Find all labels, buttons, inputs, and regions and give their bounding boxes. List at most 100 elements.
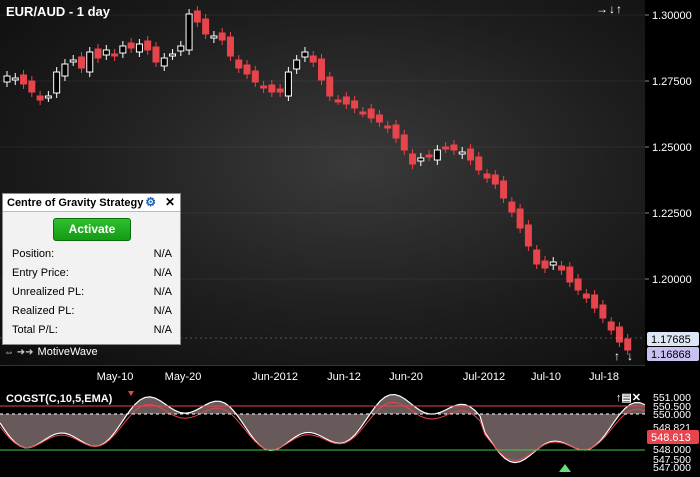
- price-tick-label: 1.22500: [652, 208, 692, 220]
- candle-body: [119, 45, 127, 54]
- strategy-title: Centre of Gravity Strategy: [7, 196, 144, 209]
- candle-body: [251, 70, 259, 83]
- arrow-down-icon: ↓: [627, 349, 633, 363]
- candle-body: [185, 13, 193, 51]
- candle-body: [442, 146, 450, 150]
- candle-body: [334, 99, 342, 103]
- candle-body: [342, 96, 350, 105]
- position-label: Position:: [12, 248, 55, 260]
- buy-signal-marker: [559, 464, 571, 472]
- price-tick-label: 1.27500: [652, 76, 692, 88]
- time-tick-label: May-20: [165, 371, 202, 383]
- candle-body: [177, 45, 185, 52]
- candle-body: [268, 84, 276, 93]
- candle-body: [36, 95, 44, 101]
- candle-body: [28, 80, 36, 93]
- indicator-pane-icons[interactable]: ↑▤✕: [616, 391, 641, 404]
- time-tick-label: Jun-12: [327, 371, 361, 383]
- candle-body: [318, 58, 325, 81]
- candle-body: [450, 144, 458, 151]
- candle-body: [160, 57, 168, 67]
- candle-body: [500, 180, 508, 199]
- candle-body: [276, 88, 284, 93]
- realized-pl-value: N/A: [153, 305, 172, 317]
- chart-window: ↑ ↓ EUR/AUD - 1 day →↓↑ ⇔ ➜➜ MotiveWave 1…: [0, 0, 700, 477]
- candle-body: [226, 36, 234, 57]
- candle-body: [326, 76, 334, 97]
- candle-body: [599, 304, 607, 319]
- time-tick-label: Jul-18: [589, 371, 619, 383]
- candle-body: [20, 74, 28, 85]
- candle-body: [293, 59, 301, 70]
- chart-title: EUR/AUD - 1 day: [6, 4, 111, 19]
- candle-body: [3, 75, 11, 83]
- candle-body: [301, 51, 309, 58]
- candle-body: [351, 100, 359, 109]
- candle-body: [367, 108, 375, 119]
- strategy-panel-header[interactable]: Centre of Gravity Strategy ⚙ ✕: [3, 194, 180, 212]
- activate-button[interactable]: Activate: [53, 218, 131, 241]
- position-row: Position: N/A: [12, 248, 172, 260]
- time-axis[interactable]: May-10 May-20 Jun-2012 Jun-12 Jun-20 Jul-2012…: [0, 365, 645, 387]
- candle-body: [384, 125, 392, 129]
- candle-body: [44, 95, 52, 99]
- close-icon[interactable]: ✕: [165, 195, 175, 209]
- candle-body: [210, 35, 218, 39]
- candle-body: [193, 10, 201, 23]
- price-axis[interactable]: 1.30000 1.27500 1.25000 1.22500 1.20000 1.176…: [645, 0, 700, 365]
- total-pl-label: Total P/L:: [12, 324, 58, 336]
- entry-price-label: Entry Price:: [12, 267, 69, 279]
- motivewave-logo: ⇔ ➜➜ MotiveWave: [4, 346, 98, 358]
- time-tick-label: Jul-2012: [463, 371, 505, 383]
- position-value: N/A: [153, 248, 172, 260]
- candle-body: [202, 18, 210, 35]
- candle-body: [375, 114, 383, 123]
- candle-body: [607, 321, 615, 331]
- candle-body: [169, 53, 177, 57]
- candle-body: [309, 55, 317, 63]
- candle-body: [11, 77, 19, 81]
- candle-body: [284, 71, 292, 97]
- candle-body: [433, 149, 441, 161]
- candle-body: [582, 293, 590, 299]
- candle-body: [425, 154, 433, 158]
- candle-body: [218, 32, 226, 41]
- candle-body: [417, 157, 425, 162]
- candle-body: [94, 48, 102, 59]
- candle-body: [475, 156, 483, 171]
- indicator-pane[interactable]: COGST(C,10,5,EMA) ↑▤✕: [0, 387, 645, 477]
- current-price-label: 1.17685: [651, 334, 691, 346]
- realized-pl-row: Realized PL: N/A: [12, 305, 172, 317]
- candle-body: [111, 53, 119, 57]
- current-price-label: 1.16868: [651, 349, 691, 361]
- price-tick-label: 1.20000: [652, 274, 692, 286]
- candle-body: [483, 173, 491, 179]
- indicator-tick-label: 550.000: [653, 409, 691, 421]
- candle-body: [392, 124, 400, 139]
- time-tick-label: May-10: [97, 371, 134, 383]
- total-pl-row: Total P/L: N/A: [12, 324, 172, 336]
- candle-body: [574, 278, 582, 291]
- time-tick-label: Jun-2012: [252, 371, 298, 383]
- candle-body: [260, 85, 268, 89]
- settings-icon[interactable]: ⚙: [145, 195, 156, 209]
- candle-body: [549, 261, 557, 266]
- candle-body: [541, 260, 549, 269]
- entry-price-value: N/A: [153, 267, 172, 279]
- realized-pl-label: Realized PL:: [12, 305, 75, 317]
- candle-body: [53, 71, 61, 94]
- candle-body: [144, 40, 152, 51]
- candle-body: [615, 326, 623, 343]
- price-tick-label: 1.30000: [652, 10, 692, 22]
- candle-body: [77, 56, 85, 69]
- logo-arrows-icon: ⇔ ➜➜: [4, 346, 34, 358]
- unrealized-pl-row: Unrealized PL: N/A: [12, 286, 172, 298]
- chart-nav-icons[interactable]: →↓↑: [596, 2, 623, 16]
- candle-body: [533, 249, 541, 265]
- candle-body: [102, 49, 110, 56]
- indicator-axis[interactable]: 551.000 550.500 550.000 548.821 548.000 547.5…: [645, 387, 700, 477]
- candle-body: [409, 153, 417, 165]
- candle-body: [127, 42, 135, 49]
- candle-body: [61, 63, 69, 77]
- indicator-title: COGST(C,10,5,EMA): [6, 393, 113, 405]
